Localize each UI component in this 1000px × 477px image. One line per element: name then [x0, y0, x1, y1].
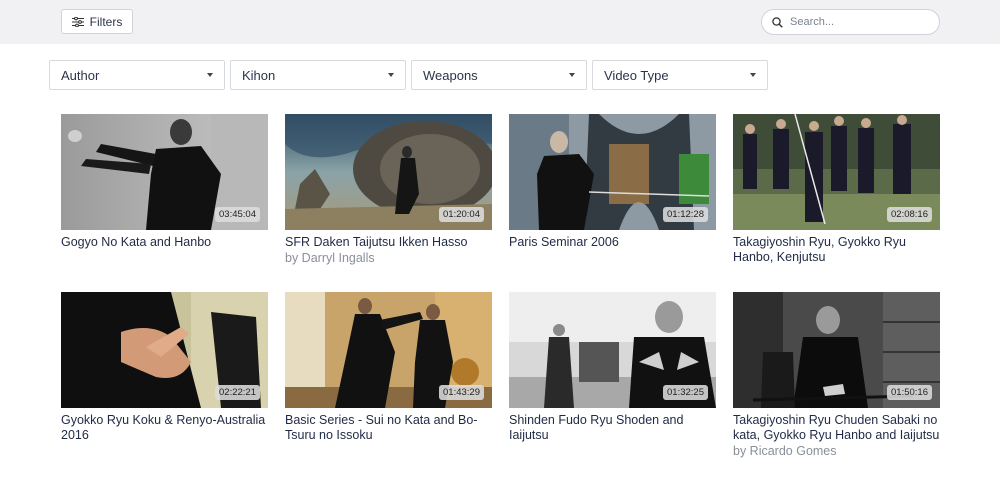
filters-label: Filters — [89, 14, 123, 29]
author-select-label: Author — [61, 67, 100, 83]
video-thumbnail[interactable]: 03:45:04 — [61, 114, 268, 230]
video-duration: 01:12:28 — [663, 207, 708, 222]
sliders-icon — [71, 16, 84, 27]
video-type-select[interactable]: Video Type — [592, 60, 768, 90]
author-select[interactable]: Author — [49, 60, 225, 90]
video-thumbnail[interactable]: 01:50:16 — [733, 292, 940, 408]
video-title[interactable]: Gogyo No Kata and Hanbo — [61, 235, 268, 250]
video-title[interactable]: SFR Daken Taijutsu Ikken Hasso — [285, 235, 492, 250]
caret-down-icon — [388, 73, 394, 77]
video-title[interactable]: Shinden Fudo Ryu Shoden and Iaijutsu — [509, 413, 716, 443]
video-card[interactable]: 01:20:04 SFR Daken Taijutsu Ikken Hasso … — [285, 114, 492, 266]
video-card[interactable]: 01:12:28 Paris Seminar 2006 — [509, 114, 716, 250]
video-card[interactable]: 03:45:04 Gogyo No Kata and Hanbo — [61, 114, 268, 250]
video-thumbnail[interactable]: 02:08:16 — [733, 114, 940, 230]
weapons-select[interactable]: Weapons — [411, 60, 587, 90]
video-type-select-label: Video Type — [604, 67, 669, 83]
video-title[interactable]: Takagiyoshin Ryu Chuden Sabaki no kata, … — [733, 413, 940, 443]
weapons-select-label: Weapons — [423, 67, 478, 83]
filters-button[interactable]: Filters — [61, 9, 133, 34]
video-thumbnail[interactable]: 01:20:04 — [285, 114, 492, 230]
video-title[interactable]: Takagiyoshin Ryu, Gyokko Ryu Hanbo, Kenj… — [733, 235, 940, 265]
video-duration: 01:43:29 — [439, 385, 484, 400]
caret-down-icon — [569, 73, 575, 77]
video-card[interactable]: 02:22:21 Gyokko Ryu Koku & Renyo-Austral… — [61, 292, 268, 443]
video-duration: 01:20:04 — [439, 207, 484, 222]
kihon-select[interactable]: Kihon — [230, 60, 406, 90]
kihon-select-label: Kihon — [242, 67, 276, 83]
video-duration: 03:45:04 — [215, 207, 260, 222]
video-card[interactable]: 01:43:29 Basic Series - Sui no Kata and … — [285, 292, 492, 443]
search-box[interactable] — [761, 9, 940, 35]
video-author[interactable]: by Darryl Ingalls — [285, 251, 492, 266]
video-title[interactable]: Basic Series - Sui no Kata and Bo-Tsuru … — [285, 413, 492, 443]
search-icon — [772, 16, 783, 28]
caret-down-icon — [750, 73, 756, 77]
video-card[interactable]: 02:08:16 Takagiyoshin Ryu, Gyokko Ryu Ha… — [733, 114, 940, 265]
video-duration: 02:22:21 — [215, 385, 260, 400]
top-bar: Filters — [0, 0, 1000, 44]
video-thumbnail[interactable]: 01:12:28 — [509, 114, 716, 230]
caret-down-icon — [207, 73, 213, 77]
video-thumbnail[interactable]: 02:22:21 — [61, 292, 268, 408]
video-card[interactable]: 01:50:16 Takagiyoshin Ryu Chuden Sabaki … — [733, 292, 940, 459]
video-duration: 02:08:16 — [887, 207, 932, 222]
video-thumbnail[interactable]: 01:32:25 — [509, 292, 716, 408]
video-card[interactable]: 01:32:25 Shinden Fudo Ryu Shoden and Iai… — [509, 292, 716, 443]
video-thumbnail[interactable]: 01:43:29 — [285, 292, 492, 408]
video-duration: 01:50:16 — [887, 385, 932, 400]
video-duration: 01:32:25 — [663, 385, 708, 400]
video-author[interactable]: by Ricardo Gomes — [733, 444, 940, 459]
video-title[interactable]: Gyokko Ryu Koku & Renyo-Australia 2016 — [61, 413, 268, 443]
search-input[interactable] — [790, 16, 930, 28]
video-title[interactable]: Paris Seminar 2006 — [509, 235, 716, 250]
filter-selects: Author Kihon Weapons Video Type — [49, 60, 768, 90]
